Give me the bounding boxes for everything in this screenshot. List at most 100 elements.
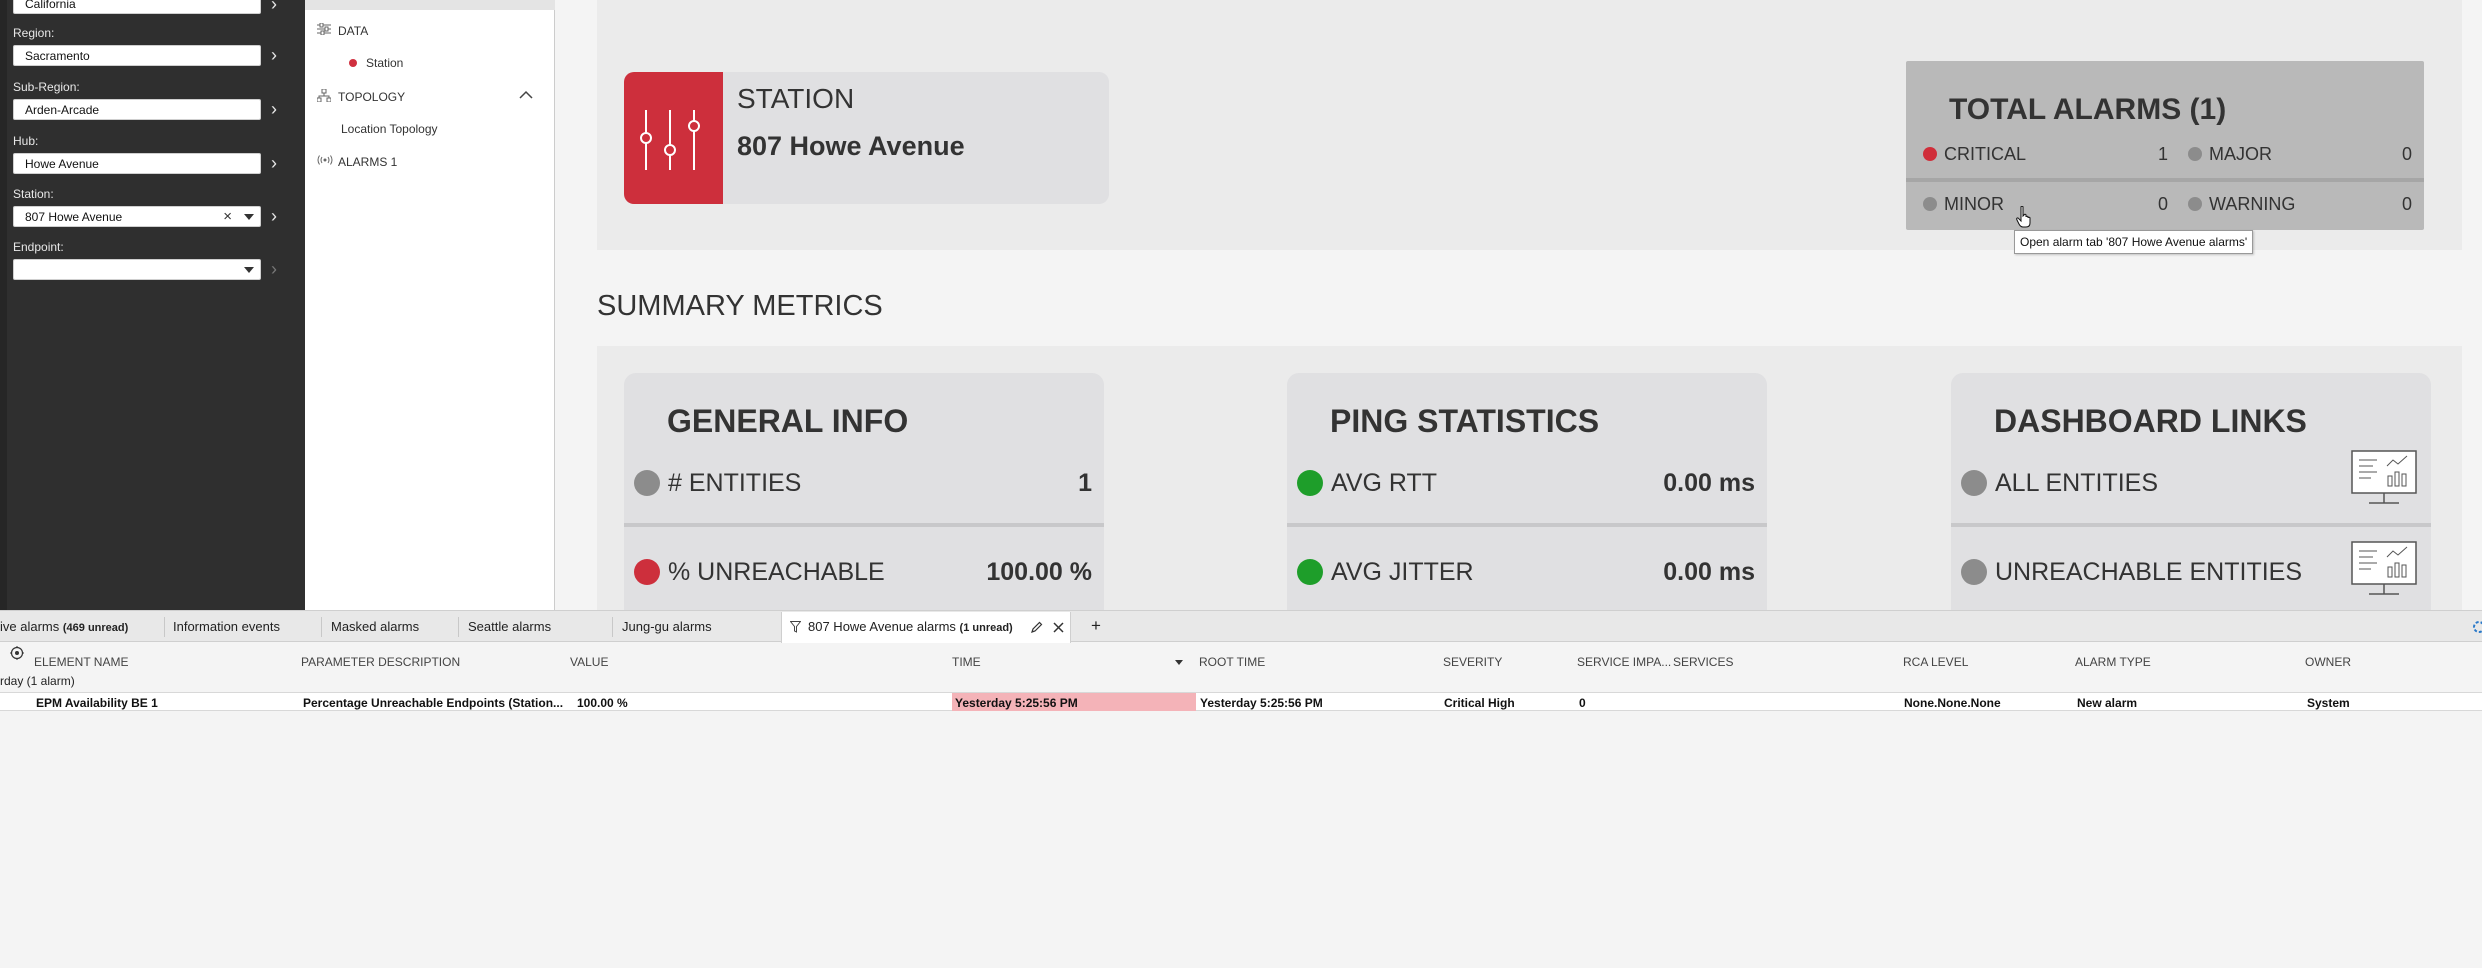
station-name: 807 Howe Avenue — [737, 131, 965, 161]
table-row[interactable]: EPM Availability BE 1 Percentage Unreach… — [0, 693, 2482, 711]
tab-divider — [164, 617, 165, 637]
column-header-severity[interactable]: SEVERITY — [1443, 655, 1502, 669]
tab-information-events[interactable]: Information events — [173, 619, 280, 634]
chevron-down-icon[interactable] — [244, 267, 254, 273]
endpoint-next-icon: › — [271, 259, 277, 279]
cell-owner: System — [2307, 696, 2350, 710]
cell-rca-level: None.None.None — [1904, 696, 2001, 710]
column-header-time[interactable]: TIME — [952, 655, 981, 669]
station-type: STATION — [737, 83, 855, 114]
sort-desc-icon[interactable] — [1175, 660, 1183, 665]
metric-divider — [624, 523, 1104, 527]
cell-time: Yesterday 5:25:56 PM — [955, 696, 1078, 710]
tab-active-alarms[interactable]: ive alarms (469 unread) — [0, 619, 128, 634]
dashboard-monitor-icon[interactable] — [2351, 450, 2417, 505]
endpoint-label: Endpoint: — [13, 240, 64, 254]
cell-alarm-type: New alarm — [2077, 696, 2138, 710]
column-header-service-impact[interactable]: SERVICE IMPA... — [1577, 655, 1671, 669]
tree-topbar — [305, 0, 555, 10]
avg-rtt-label: AVG RTT — [1331, 469, 1438, 497]
major-count: 0 — [2401, 144, 2412, 164]
region-field[interactable]: Sacramento — [13, 45, 261, 66]
tab-807-howe-avenue-alarms[interactable]: 807 Howe Avenue alarms (1 unread) — [781, 612, 1071, 643]
avg-jitter-value: 0.00 ms — [1663, 558, 1755, 586]
edit-icon[interactable] — [1031, 621, 1043, 633]
chevron-up-icon[interactable] — [519, 90, 533, 99]
critical-count: 1 — [2157, 144, 2168, 164]
avg-rtt-value: 0.00 ms — [1663, 469, 1755, 497]
tab-masked-alarms[interactable]: Masked alarms — [331, 619, 419, 634]
dashboard-monitor-icon[interactable] — [2351, 541, 2417, 596]
status-dot-icon — [634, 470, 660, 496]
column-header-rca-level[interactable]: RCA LEVEL — [1903, 655, 1968, 669]
dashboard-links-title: DASHBOARD LINKS — [1994, 403, 2307, 439]
cell-parameter: Percentage Unreachable Endpoints (Statio… — [303, 696, 564, 710]
minor-dot-icon — [1923, 197, 1937, 211]
column-header-value[interactable]: VALUE — [570, 655, 608, 669]
station-next-icon[interactable]: › — [271, 206, 285, 227]
subregion-next-icon[interactable]: › — [271, 99, 285, 120]
tab-divider — [612, 617, 613, 637]
total-alarms-title: TOTAL ALARMS (1) — [1949, 93, 2227, 126]
column-settings-icon[interactable] — [10, 646, 24, 660]
tab-jung-gu-alarms[interactable]: Jung-gu alarms — [622, 619, 712, 634]
sliders-icon — [640, 110, 700, 170]
column-header-alarm-type[interactable]: ALARM TYPE — [2075, 655, 2151, 669]
column-header-owner[interactable]: OWNER — [2305, 655, 2351, 669]
tree-item-topology[interactable]: TOPOLOGY — [338, 90, 405, 104]
tree-item-location-topology[interactable]: Location Topology — [341, 122, 438, 136]
column-header-root-time[interactable]: ROOT TIME — [1199, 655, 1265, 669]
country-field[interactable]: California — [13, 0, 261, 14]
tab-seattle-alarms[interactable]: Seattle alarms — [468, 619, 551, 634]
active-tab-title: 807 Howe Avenue alarms (1 unread) — [808, 619, 1013, 634]
alarm-tab-tooltip: Open alarm tab '807 Howe Avenue alarms' — [2014, 230, 2254, 254]
hub-label: Hub: — [13, 134, 39, 148]
hand-cursor-icon — [2016, 206, 2031, 228]
region-next-icon[interactable]: › — [271, 45, 285, 66]
total-alarms-card[interactable]: TOTAL ALARMS (1) CRITICAL 1 MAJOR 0 MINO… — [1906, 61, 2424, 230]
critical-label: CRITICAL — [1944, 144, 2027, 164]
tree-item-alarms[interactable]: ALARMS 1 — [338, 155, 397, 169]
filter-icon — [790, 621, 801, 633]
critical-dot-icon — [1923, 147, 1937, 161]
column-header-element-name[interactable]: ELEMENT NAME — [34, 655, 128, 669]
metric-divider — [1951, 523, 2431, 527]
warning-label: WARNING — [2209, 194, 2296, 214]
tab-label: 807 Howe Avenue alarms — [808, 619, 956, 634]
status-dot-icon — [1961, 559, 1987, 585]
alarm-pane: ive alarms (469 unread) Information even… — [0, 610, 2482, 968]
cell-severity: Critical High — [1444, 696, 1515, 710]
warning-dot-icon — [2188, 197, 2202, 211]
cell-element-name: EPM Availability BE 1 — [36, 696, 158, 710]
subregion-field[interactable]: Arden-Arcade — [13, 99, 261, 120]
status-dot-icon — [349, 59, 357, 67]
all-entities-label[interactable]: ALL ENTITIES — [1995, 469, 2158, 498]
country-next-icon[interactable]: › — [271, 0, 285, 15]
general-info-card: GENERAL INFO # ENTITIES 1 % UNREACHABLE … — [624, 373, 1104, 610]
tree-item-data[interactable]: DATA — [338, 24, 368, 38]
close-icon[interactable] — [1053, 622, 1064, 633]
clear-icon[interactable]: × — [223, 208, 232, 225]
endpoint-field[interactable] — [13, 259, 261, 280]
column-header-parameter[interactable]: PARAMETER DESCRIPTION — [301, 655, 460, 669]
hub-value: Howe Avenue — [25, 157, 99, 171]
summary-metrics-title: SUMMARY METRICS — [597, 290, 883, 322]
settings-icon[interactable] — [2470, 620, 2482, 634]
major-label: MAJOR — [2209, 144, 2272, 164]
column-header-services[interactable]: SERVICES — [1673, 655, 1733, 669]
hub-next-icon[interactable]: › — [271, 153, 285, 174]
chevron-down-icon[interactable] — [244, 214, 254, 220]
country-value: California — [25, 0, 76, 11]
tab-divider — [458, 617, 459, 637]
cell-root-time: Yesterday 5:25:56 PM — [1200, 696, 1323, 710]
station-value: 807 Howe Avenue — [25, 210, 123, 224]
group-row[interactable]: rday (1 alarm) — [0, 669, 2482, 693]
navigation-tree: DATA Station TOPOLOGY Location Topology … — [305, 0, 555, 610]
unreachable-entities-label[interactable]: UNREACHABLE ENTITIES — [1995, 558, 2302, 587]
general-info-title: GENERAL INFO — [667, 403, 909, 439]
add-tab-button[interactable]: + — [1091, 616, 1101, 636]
hub-field[interactable]: Howe Avenue — [13, 153, 261, 174]
tree-item-station[interactable]: Station — [366, 56, 403, 70]
tab-unread-count: (1 unread) — [959, 622, 1013, 634]
station-field[interactable]: 807 Howe Avenue × — [13, 206, 261, 227]
